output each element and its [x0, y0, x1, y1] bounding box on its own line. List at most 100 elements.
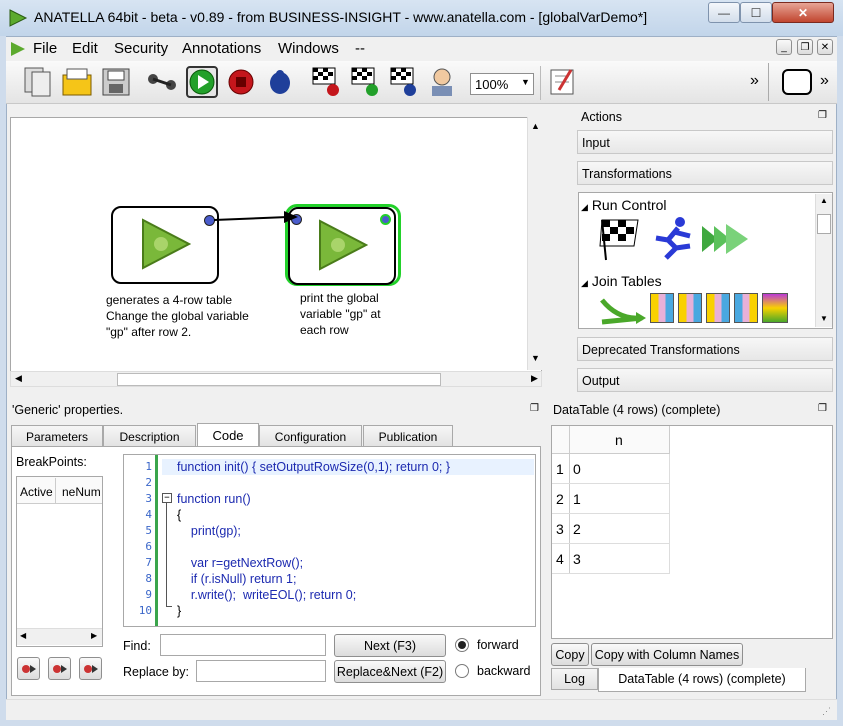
table-row[interactable]: 4 3 [552, 544, 670, 574]
edit-notes-icon[interactable] [547, 66, 579, 98]
copy-with-column-names-button[interactable]: Copy with Column Names [591, 643, 743, 666]
section-run-control[interactable]: ◢ Run Control [581, 197, 667, 213]
cell-n: 2 [573, 521, 581, 537]
run-flag-stop-icon[interactable] [309, 66, 341, 98]
action-group-input[interactable]: Input [577, 130, 833, 154]
resize-grip-icon[interactable]: ⋰ [822, 706, 831, 717]
menu-edit[interactable]: Edit [72, 40, 98, 57]
float-panel-icon[interactable]: ❐ [818, 403, 827, 414]
line-number: 6 [145, 540, 152, 553]
backward-label: backward [477, 664, 531, 678]
replace-label: Replace by: [123, 665, 190, 679]
workflow-canvas[interactable] [10, 117, 542, 372]
bp-column-line[interactable]: neNum [62, 485, 101, 499]
breakpoints-scrollbar[interactable]: ◀ ▶ [17, 628, 102, 645]
scroll-down-icon[interactable]: ▼ [820, 314, 828, 323]
join-arrow-icon[interactable] [598, 292, 648, 331]
add-breakpoint-button[interactable] [17, 657, 40, 680]
tab-configuration[interactable]: Configuration [259, 425, 362, 447]
run-button-icon[interactable] [186, 66, 218, 98]
copy-button[interactable]: Copy [551, 643, 589, 666]
canvas-vertical-scrollbar[interactable]: ▲ ▼ [527, 117, 542, 370]
open-folder-icon[interactable] [61, 66, 93, 98]
tab-publication[interactable]: Publication [363, 425, 453, 447]
connect-link-icon[interactable] [145, 66, 177, 98]
collapse-triangle-icon: ◢ [581, 202, 588, 212]
menu-security[interactable]: Security [114, 40, 168, 57]
action-group-transformations[interactable]: Transformations [577, 161, 833, 185]
toolbar-overflow-icon[interactable]: » [750, 72, 759, 90]
scroll-right-icon[interactable]: ▶ [91, 631, 97, 640]
tab-log[interactable]: Log [551, 668, 598, 690]
tab-code[interactable]: Code [197, 423, 259, 447]
tab-parameters[interactable]: Parameters [11, 425, 103, 447]
line-number: 1 [145, 460, 152, 473]
scroll-up-icon[interactable]: ▲ [820, 196, 828, 205]
chevron-down-icon: ▼ [521, 77, 530, 87]
actions-list-scrollbar[interactable]: ▲ ▼ [815, 194, 832, 327]
scroll-thumb[interactable] [117, 373, 441, 386]
scroll-left-icon[interactable]: ◀ [20, 631, 26, 640]
code-editor[interactable]: 1 2 3 4 5 6 7 8 9 10 − function init() {… [123, 454, 536, 627]
debug-bug-icon[interactable] [264, 66, 296, 98]
annotation-shape-icon[interactable] [782, 69, 812, 95]
runner-icon[interactable] [650, 216, 696, 263]
close-button[interactable]: ✕ [772, 2, 834, 23]
bp-column-active[interactable]: Active [20, 485, 53, 499]
node-description-printer: print the global variable "gp" at each r… [300, 291, 381, 337]
menu-more[interactable]: -- [355, 40, 365, 57]
menu-file[interactable]: File [33, 40, 57, 57]
zoom-value: 100% [475, 77, 509, 92]
action-group-output[interactable]: Output [577, 368, 833, 392]
section-join-tables[interactable]: ◢ Join Tables [581, 273, 662, 289]
mdi-restore-button[interactable]: ❐ [797, 39, 813, 55]
next-button[interactable]: Next (F3) [334, 634, 446, 657]
table-row[interactable]: 1 0 [552, 454, 670, 484]
workflow-node-generator[interactable] [111, 206, 219, 284]
filter-funnel-icon[interactable] [762, 293, 788, 323]
mdi-close-button[interactable]: ✕ [817, 39, 833, 55]
join-table-icon[interactable] [650, 293, 674, 323]
save-icon[interactable] [100, 66, 132, 98]
fold-toggle-icon[interactable]: − [162, 493, 172, 503]
user-profile-icon[interactable] [426, 66, 458, 98]
menu-windows[interactable]: Windows [278, 40, 339, 57]
join-key-icon[interactable] [678, 293, 702, 323]
scroll-up-icon[interactable]: ▲ [531, 121, 540, 131]
stop-button-icon[interactable] [225, 66, 257, 98]
canvas-horizontal-scrollbar[interactable]: ◀ ▶ [10, 371, 542, 387]
append-table-icon[interactable] [734, 293, 758, 323]
scroll-right-icon[interactable]: ▶ [531, 373, 538, 384]
new-document-icon[interactable] [22, 66, 54, 98]
backward-radio[interactable] [455, 664, 469, 678]
toggle-breakpoint-button[interactable] [48, 657, 71, 680]
scroll-thumb[interactable] [817, 214, 831, 234]
float-panel-icon[interactable]: ❐ [818, 110, 827, 121]
run-flag-debug-icon[interactable] [387, 66, 419, 98]
output-port-icon[interactable] [380, 214, 391, 225]
table-row[interactable]: 2 1 [552, 484, 670, 514]
minimize-button[interactable]: — [708, 2, 740, 23]
zoom-select[interactable]: 100% ▼ [470, 73, 534, 95]
replace-input[interactable] [196, 660, 326, 682]
toolbar-overflow-icon[interactable]: » [820, 72, 829, 90]
replace-next-button[interactable]: Replace&Next (F2) [334, 660, 446, 683]
mdi-minimize-button[interactable]: _ [776, 39, 792, 55]
find-input[interactable] [160, 634, 326, 656]
tab-description[interactable]: Description [103, 425, 196, 447]
checkered-flag-icon[interactable] [598, 216, 642, 265]
action-group-deprecated[interactable]: Deprecated Transformations [577, 337, 833, 361]
run-flag-play-icon[interactable] [348, 66, 380, 98]
scroll-left-icon[interactable]: ◀ [15, 373, 22, 384]
scroll-down-icon[interactable]: ▼ [531, 353, 540, 363]
float-panel-icon[interactable]: ❐ [530, 403, 539, 414]
merge-table-icon[interactable] [706, 293, 730, 323]
column-header-n[interactable]: n [615, 432, 623, 448]
remove-breakpoint-button[interactable] [79, 657, 102, 680]
table-row[interactable]: 3 2 [552, 514, 670, 544]
fast-forward-green-icon[interactable] [700, 220, 750, 261]
tab-datatable[interactable]: DataTable (4 rows) (complete) [598, 668, 806, 692]
menu-annotations[interactable]: Annotations [182, 40, 261, 57]
maximize-button[interactable]: ☐ [740, 2, 772, 23]
forward-radio[interactable] [455, 638, 469, 652]
